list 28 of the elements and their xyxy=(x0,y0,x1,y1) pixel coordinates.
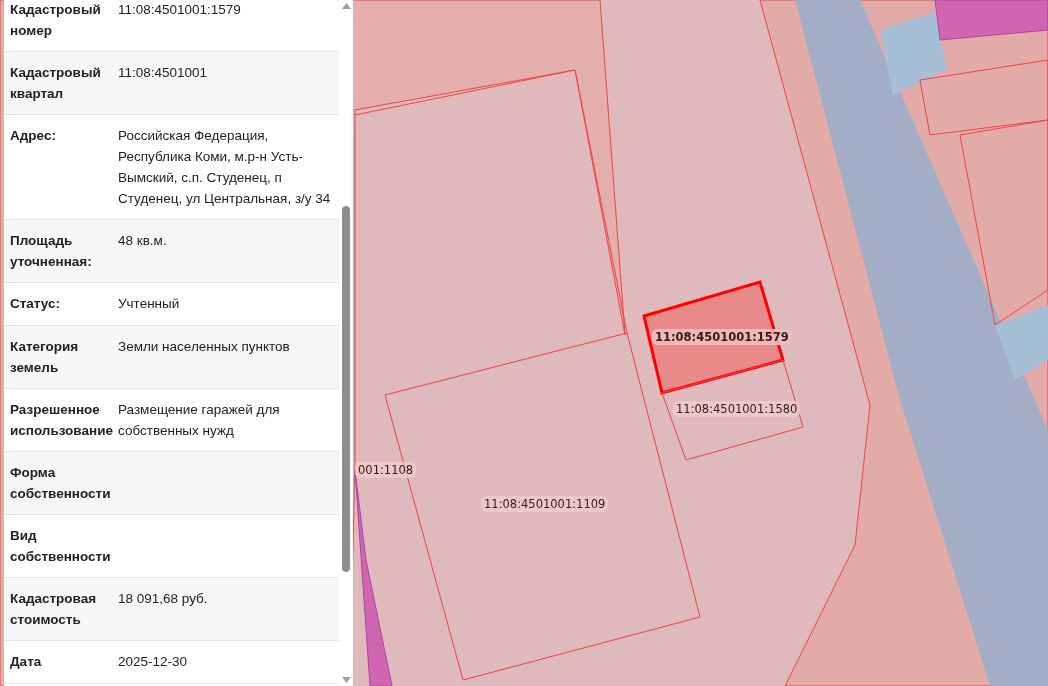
field-value: 11:08:4501001 xyxy=(118,64,209,82)
field-label: Дата xyxy=(10,653,43,671)
field-label: Статус: xyxy=(10,295,61,313)
parcel-number: 11:08:4501001:1109 xyxy=(481,496,609,512)
scroll-down-icon[interactable] xyxy=(341,677,351,683)
field-label: Форма собственности xyxy=(10,464,112,503)
field-value: 18 091,68 руб. xyxy=(118,590,209,608)
parcel-outline[interactable] xyxy=(661,359,804,461)
field-label: Кадастровый номер xyxy=(10,1,102,40)
field-value: 2025-12-30 xyxy=(118,653,189,671)
field-label: Кадастровый квартал xyxy=(10,64,102,103)
parcel-number: 11:08:4501001:1579 xyxy=(652,329,792,345)
field-label: Разрешенное использование xyxy=(10,401,114,440)
field-label: Вид собственности xyxy=(10,527,112,566)
field-label: Адрес: xyxy=(10,127,57,145)
scrollbar-thumb[interactable] xyxy=(342,206,350,572)
field-value: Учтенный xyxy=(118,295,181,313)
field-value: 11:08:4501001:1579 xyxy=(118,1,242,19)
field-label: Категория земель xyxy=(10,338,80,377)
parcel-number: 11:08:4501001:1580 xyxy=(673,401,801,417)
field-label: Кадастровая стоимость xyxy=(10,590,98,629)
field-label: Площадь уточненная: xyxy=(10,232,93,271)
field-value: 48 кв.м. xyxy=(118,232,168,250)
field-value: Размещение гаражей для собственных нужд xyxy=(118,401,281,440)
field-value: Российская Федерация, Республика Коми, м.р-н Усть-Вымский, с.п. Студенец, п Студенец, ул Центральная, з/у 34 xyxy=(118,127,332,208)
scroll-up-icon[interactable] xyxy=(341,3,351,9)
parcel-number: 001:1108 xyxy=(355,462,417,478)
field-value: Земли населенных пунктов xyxy=(118,338,291,356)
